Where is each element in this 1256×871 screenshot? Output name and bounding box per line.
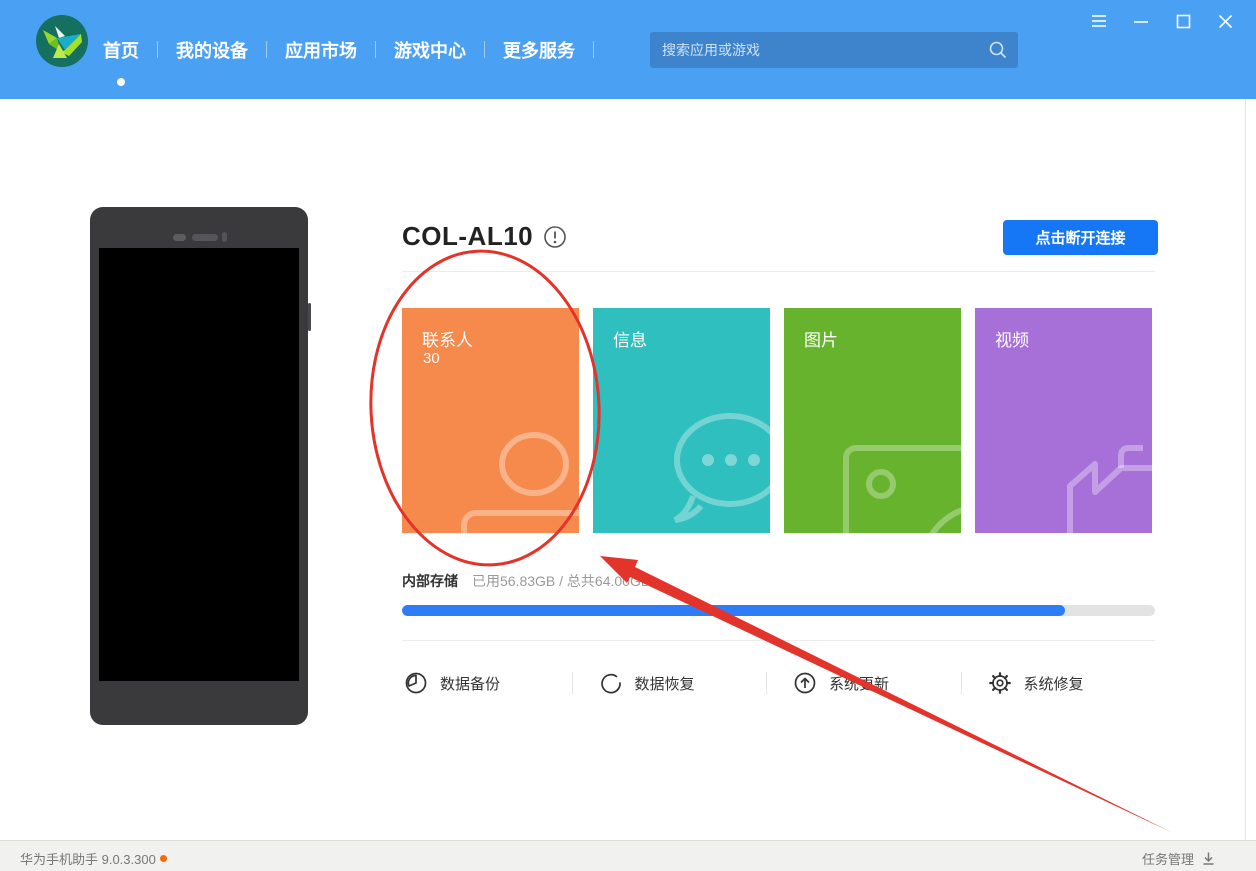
videos-camera-icon [1067,445,1152,533]
category-tiles: 联系人 30 信息 图片 视频 [402,308,1152,533]
main-content: COL-AL10 点击断开连接 联系人 30 信息 图片 视频 内部存储 已用5… [0,99,1256,840]
phone-side-button [308,303,311,331]
nav-home-label: 首页 [103,40,139,61]
device-title-row: COL-AL10 [402,221,567,252]
action-label: 系统修复 [1023,675,1084,693]
storage-row: 内部存储 已用56.83GB / 总共64.00GB [402,571,650,591]
action-separator [571,672,573,694]
close-icon[interactable] [1216,12,1234,30]
app-version-area: 华为手机助手 9.0.3.300 [20,849,167,868]
storage-label: 内部存储 [402,573,458,589]
search-box[interactable] [650,32,1018,68]
backup-clock-icon [405,672,427,694]
menu-icon[interactable] [1090,12,1108,30]
main-nav: 首页 我的设备 应用市场 游戏中心 更多服务 [103,0,594,99]
task-manager-button[interactable]: 任务管理 [1142,849,1216,868]
action-separator [766,672,767,694]
active-tab-dot [117,77,125,86]
device-name: COL-AL10 [402,221,534,251]
storage-usage-text: 已用56.83GB / 总共64.00GB [472,573,651,589]
pictures-photo-icon [843,445,961,533]
storage-progress-fill [402,605,1065,616]
restore-circular-arrow-icon [600,673,621,694]
phone-camera-dot [173,234,186,241]
tile-messages[interactable]: 信息 [593,308,770,533]
window-edge-line [1245,99,1246,840]
minimize-icon[interactable] [1132,12,1150,30]
nav-app-market[interactable]: 应用市场 [267,37,375,63]
window-controls [1090,12,1234,30]
app-header: 首页 我的设备 应用市场 游戏中心 更多服务 [0,0,1256,99]
action-row: 数据备份 数据恢复 系统更新 系统修复 [402,671,1155,695]
nav-game-center[interactable]: 游戏中心 [376,37,484,63]
action-label: 数据恢复 [634,675,695,693]
section-divider [402,271,1155,272]
action-label: 系统更新 [829,675,890,693]
search-input[interactable] [650,42,988,58]
update-up-arrow-icon [794,672,816,694]
update-notice-dot [159,855,167,862]
action-data-restore[interactable]: 数据恢复 [597,671,767,695]
action-system-repair[interactable]: 系统修复 [986,671,1156,695]
info-exclamation-icon[interactable] [543,225,567,249]
nav-separator [593,41,594,58]
messages-chat-icon [673,413,770,523]
nav-home[interactable]: 首页 [103,37,157,86]
tile-contacts[interactable]: 联系人 30 [402,308,579,533]
section-divider [402,640,1155,641]
search-icon[interactable] [988,40,1008,60]
tile-pictures[interactable]: 图片 [784,308,961,533]
action-data-backup[interactable]: 数据备份 [402,671,572,695]
status-bar: 华为手机助手 9.0.3.300 任务管理 [0,840,1256,871]
disconnect-button[interactable]: 点击断开连接 [1003,220,1158,255]
task-manager-label: 任务管理 [1141,852,1194,867]
contacts-person-icon [461,432,579,533]
phone-screen [99,248,299,681]
storage-progress-track [402,605,1155,616]
action-system-update[interactable]: 系统更新 [791,671,961,695]
tile-videos[interactable]: 视频 [975,308,1152,533]
hisuite-logo-icon[interactable] [35,14,89,68]
maximize-icon[interactable] [1174,12,1192,30]
nav-more-services[interactable]: 更多服务 [485,37,593,63]
action-label: 数据备份 [440,675,501,693]
action-separator [960,672,962,694]
download-tasks-icon [1203,852,1214,865]
nav-my-devices[interactable]: 我的设备 [158,37,266,63]
connected-phone-illustration [90,207,311,725]
phone-sensor-dot [222,232,227,242]
repair-gear-icon [988,672,1011,694]
app-name-version: 华为手机助手 9.0.3.300 [20,852,156,867]
phone-speaker-slot [192,234,218,241]
